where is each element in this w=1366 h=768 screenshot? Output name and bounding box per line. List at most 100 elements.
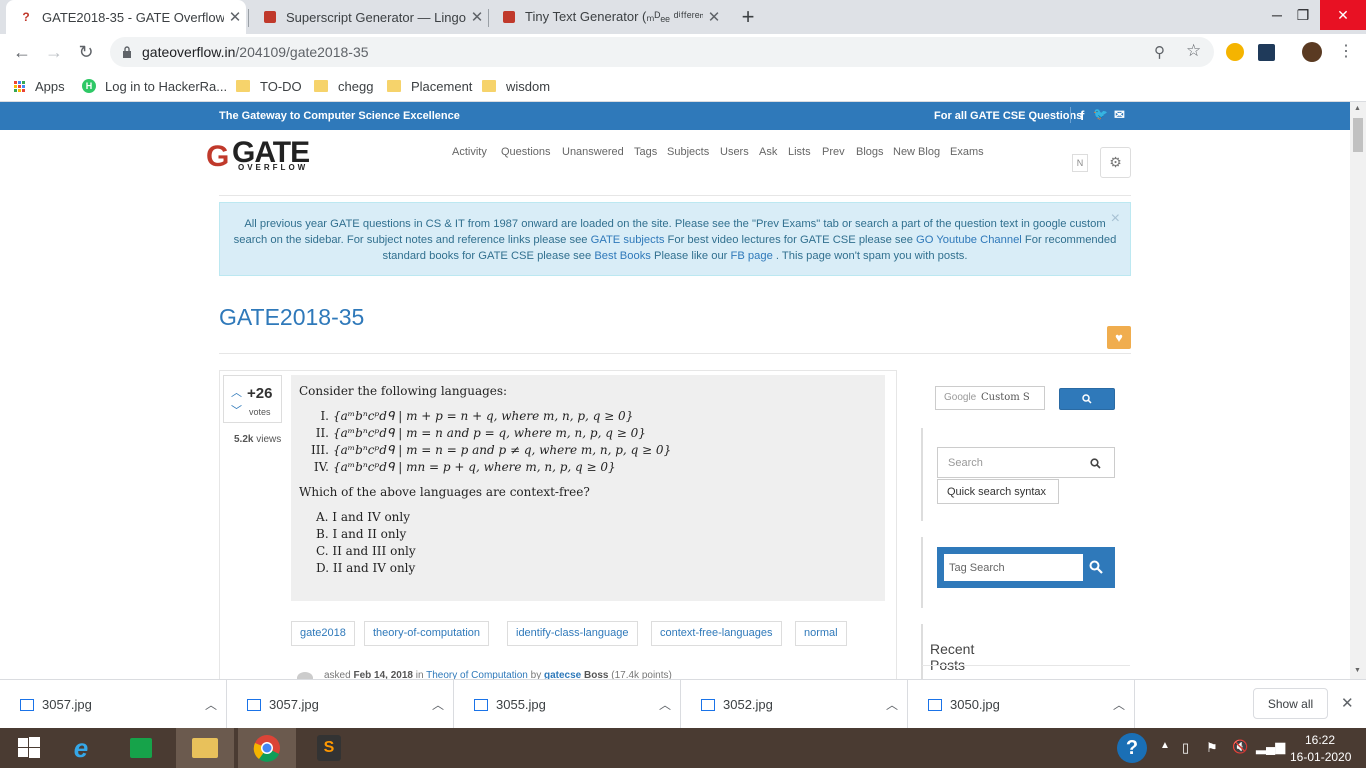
google-search-button[interactable]: [1059, 388, 1115, 410]
url-text: gateoverflow.in/204109/gate2018-35: [142, 44, 369, 60]
tag-normal[interactable]: normal: [795, 621, 847, 646]
search-icon[interactable]: [1089, 560, 1103, 574]
zoom-magnifier-icon[interactable]: ⚲: [1154, 43, 1165, 61]
nav-subjects[interactable]: Subjects: [667, 146, 709, 158]
alert-link-fb-page[interactable]: FB page: [731, 250, 773, 262]
nav-blogs[interactable]: Blogs: [856, 146, 884, 158]
notification-badge[interactable]: N: [1072, 154, 1088, 172]
tag-identify-class-language[interactable]: identify-class-language: [507, 621, 638, 646]
chevron-up-icon[interactable]: ︿: [196, 696, 226, 713]
scrollbar-thumb[interactable]: [1353, 118, 1363, 152]
tag-theory-of-computation[interactable]: theory-of-computation: [364, 621, 489, 646]
help-question-icon[interactable]: ?: [1117, 733, 1147, 763]
extension-icon[interactable]: [1258, 44, 1275, 61]
nav-lists[interactable]: Lists: [788, 146, 811, 158]
google-custom-search-input[interactable]: Google Custom S: [935, 386, 1045, 410]
facebook-icon[interactable]: f: [1080, 108, 1084, 123]
download-item[interactable]: 3052.jpg ︿: [681, 680, 908, 729]
bookmark-todo[interactable]: TO-DO: [236, 76, 302, 96]
alert-close-button[interactable]: ×: [1111, 211, 1120, 227]
tag-gate2018[interactable]: gate2018: [291, 621, 355, 646]
tag-context-free-languages[interactable]: context-free-languages: [651, 621, 782, 646]
close-icon[interactable]: ✕: [466, 8, 488, 26]
bookmark-placement[interactable]: Placement: [387, 76, 472, 96]
sublime-text-icon[interactable]: S: [300, 728, 358, 768]
reload-icon[interactable]: ↻: [72, 38, 100, 66]
network-signal-icon[interactable]: ▂▄▆: [1256, 739, 1285, 755]
chevron-up-icon[interactable]: ︿: [423, 696, 453, 713]
tab-gate-overflow[interactable]: ? GATE2018-35 - GATE Overflow ✕: [6, 0, 246, 34]
bookmark-hackerrank[interactable]: H Log in to HackerRa...: [82, 76, 227, 96]
downvote-icon[interactable]: ﹀: [231, 402, 242, 418]
bookmark-star-icon[interactable]: ☆: [1186, 41, 1201, 61]
tab-tiny-text-generator[interactable]: Tiny Text Generator (ₘᴰₑₑ ᵈⁱᶠᶠᵉʳᵉⁿᵗ ᵗ ✕: [489, 0, 725, 34]
battery-icon[interactable]: ▯: [1182, 740, 1189, 756]
nav-ask[interactable]: Ask: [759, 146, 777, 158]
menu-dots-icon[interactable]: ⋮: [1338, 41, 1354, 61]
alert-link-best-books[interactable]: Best Books: [594, 250, 651, 262]
bookmark-chegg[interactable]: chegg: [314, 76, 373, 96]
chrome-icon[interactable]: [238, 728, 296, 768]
download-item[interactable]: 3057.jpg ︿: [227, 680, 454, 729]
internet-explorer-icon[interactable]: e: [52, 728, 110, 768]
nav-exams[interactable]: Exams: [950, 146, 984, 158]
address-bar[interactable]: gateoverflow.in/204109/gate2018-35 ⚲ ☆: [110, 37, 1214, 67]
page-scrollbar[interactable]: ▲ ▼: [1350, 102, 1366, 679]
forward-arrow-icon[interactable]: →: [40, 38, 68, 66]
site-logo[interactable]: G GATE OVERFLOW: [206, 136, 310, 174]
alert-link-youtube[interactable]: GO Youtube Channel: [916, 234, 1022, 246]
show-all-downloads-button[interactable]: Show all: [1253, 688, 1328, 719]
quick-search-syntax-button[interactable]: Quick search syntax: [937, 479, 1059, 504]
profile-avatar[interactable]: [1302, 42, 1322, 62]
search-icon[interactable]: [1090, 458, 1101, 469]
clock-date[interactable]: 16-01-2020: [1290, 750, 1351, 764]
nav-unanswered[interactable]: Unanswered: [562, 146, 624, 158]
new-tab-plus-icon[interactable]: +: [734, 3, 762, 31]
user-avatar[interactable]: [297, 672, 313, 679]
meta-category-link[interactable]: Theory of Computation: [426, 670, 528, 679]
bookmark-label: wisdom: [506, 78, 551, 94]
alert-link-gate-subjects[interactable]: GATE subjects: [591, 234, 665, 246]
nav-activity[interactable]: Activity: [452, 146, 487, 158]
site-top-right-text[interactable]: For all GATE CSE Questions: [934, 110, 1082, 122]
nav-users[interactable]: Users: [720, 146, 749, 158]
mail-icon[interactable]: ✉: [1114, 107, 1125, 123]
chevron-up-icon[interactable]: ︿: [650, 696, 680, 713]
meta-user-link[interactable]: gatecse: [544, 670, 581, 679]
chevron-up-icon[interactable]: ︿: [877, 696, 907, 713]
nav-tags[interactable]: Tags: [634, 146, 657, 158]
close-downloads-icon[interactable]: ✕: [1341, 694, 1354, 712]
scroll-down-arrow-icon[interactable]: ▼: [1354, 667, 1361, 674]
clock-time[interactable]: 16:22: [1305, 733, 1335, 747]
store-icon[interactable]: [112, 728, 170, 768]
bookmark-apps[interactable]: Apps: [14, 76, 65, 96]
download-item[interactable]: 3055.jpg ︿: [454, 680, 681, 729]
tray-chevron-up-icon[interactable]: ▲: [1160, 740, 1170, 751]
search-input[interactable]: Search: [937, 447, 1115, 478]
upvote-icon[interactable]: ︿: [231, 384, 242, 400]
close-icon[interactable]: ✕: [703, 8, 725, 26]
download-item[interactable]: 3050.jpg ︿: [908, 680, 1135, 729]
nav-new-blog[interactable]: New Blog: [893, 146, 940, 158]
tag-search-input[interactable]: Tag Search: [944, 554, 1083, 581]
image-file-icon: [701, 698, 715, 711]
flag-icon[interactable]: ⚑: [1206, 740, 1218, 756]
close-icon[interactable]: ✕: [224, 8, 246, 26]
windows-start-icon[interactable]: [0, 728, 58, 768]
favorite-heart-icon[interactable]: ♥: [1107, 326, 1131, 349]
scroll-up-arrow-icon[interactable]: ▲: [1354, 105, 1361, 112]
nav-prev[interactable]: Prev: [822, 146, 845, 158]
tab-superscript-generator[interactable]: Superscript Generator — LingoJa ✕: [250, 0, 488, 34]
close-window-icon[interactable]: ✕: [1320, 0, 1366, 30]
download-item[interactable]: 3057.jpg ︿: [0, 680, 227, 729]
twitter-icon[interactable]: 🐦: [1093, 107, 1108, 121]
question-meta: asked Feb 14, 2018 in Theory of Computat…: [297, 670, 672, 679]
volume-muted-icon[interactable]: 🔇: [1232, 739, 1248, 755]
back-arrow-icon[interactable]: ←: [8, 38, 36, 66]
bookmark-wisdom[interactable]: wisdom: [482, 76, 550, 96]
chevron-up-icon[interactable]: ︿: [1104, 696, 1134, 713]
file-explorer-icon[interactable]: [176, 728, 234, 768]
extension-icon[interactable]: [1226, 43, 1244, 61]
nav-questions[interactable]: Questions: [501, 146, 551, 158]
user-avatar-icon[interactable]: ⚙: [1100, 147, 1131, 178]
